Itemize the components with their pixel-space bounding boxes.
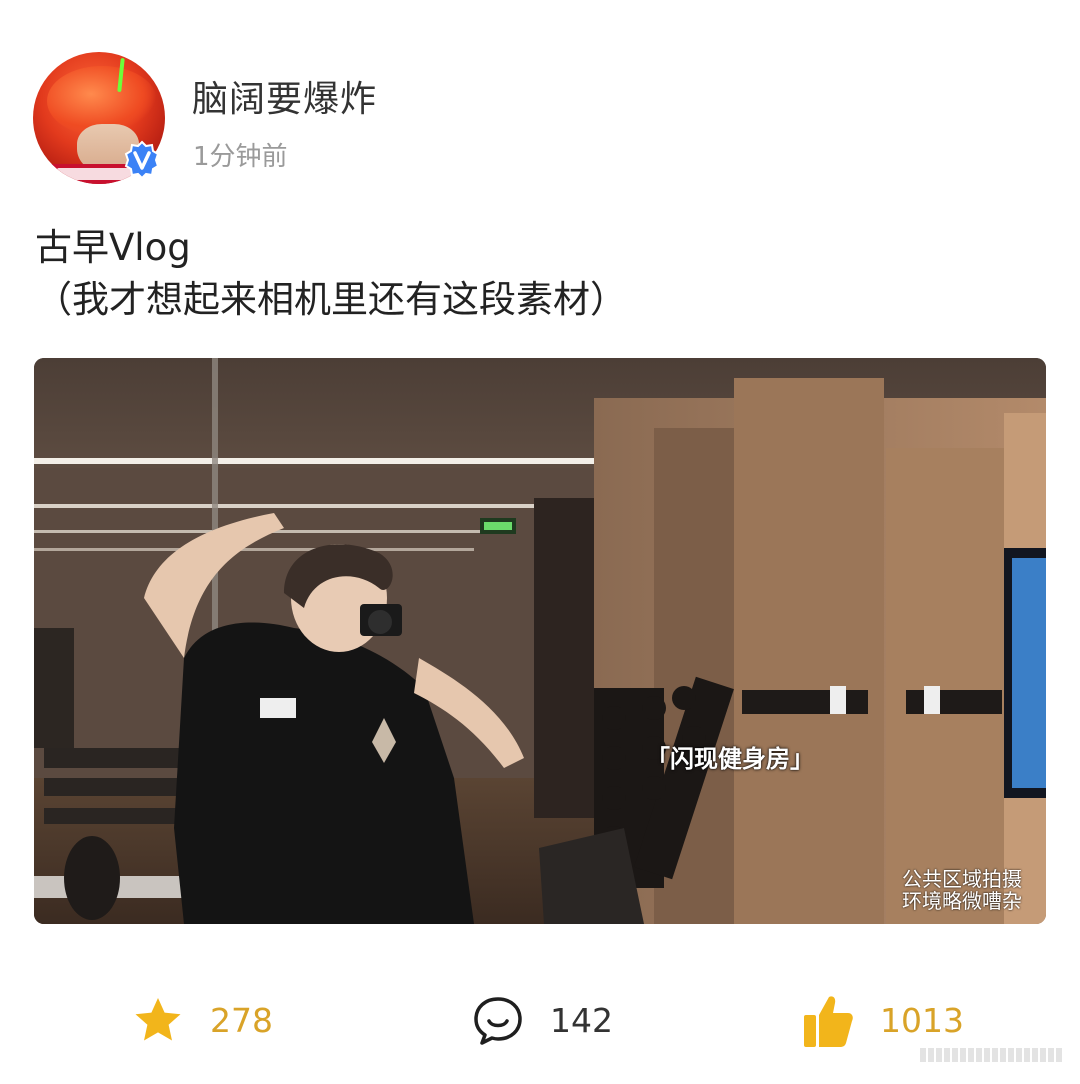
username[interactable]: 脑阔要爆炸 — [192, 76, 377, 124]
favorite-button[interactable]: 278 — [130, 985, 273, 1057]
post-card: 脑阔要爆炸 1分钟前 古早Vlog （我才想起来相机里还有这段素材） 「闪现健身… — [0, 0, 1080, 1084]
video-thumbnail[interactable]: 「闪现健身房」 公共区域拍摄 环境略微嘈杂 — [34, 358, 1046, 924]
video-notice: 公共区域拍摄 环境略微嘈杂 — [902, 868, 1022, 912]
thumbs-up-icon — [804, 996, 853, 1047]
action-bar: 278 142 1013 — [0, 985, 1080, 1065]
video-notice-line-2: 环境略微嘈杂 — [902, 889, 1022, 913]
post-text-line-2: （我才想起来相机里还有这段素材） — [35, 278, 627, 321]
post-timestamp: 1分钟前 — [193, 142, 288, 172]
gym-scene-image — [34, 358, 1046, 924]
comment-button[interactable]: 142 — [470, 985, 613, 1057]
like-count: 1013 — [880, 1001, 964, 1040]
video-notice-line-1: 公共区域拍摄 — [902, 867, 1022, 891]
star-icon — [135, 998, 181, 1041]
video-subtitle: 「闪现健身房」 — [646, 745, 814, 773]
post-text-line-1: 古早Vlog — [35, 226, 191, 269]
watermark-pattern — [920, 1040, 1070, 1070]
comment-icon — [474, 997, 522, 1045]
favorite-count: 278 — [210, 1001, 273, 1040]
verified-badge-icon — [122, 140, 162, 180]
comment-count: 142 — [550, 1001, 613, 1040]
